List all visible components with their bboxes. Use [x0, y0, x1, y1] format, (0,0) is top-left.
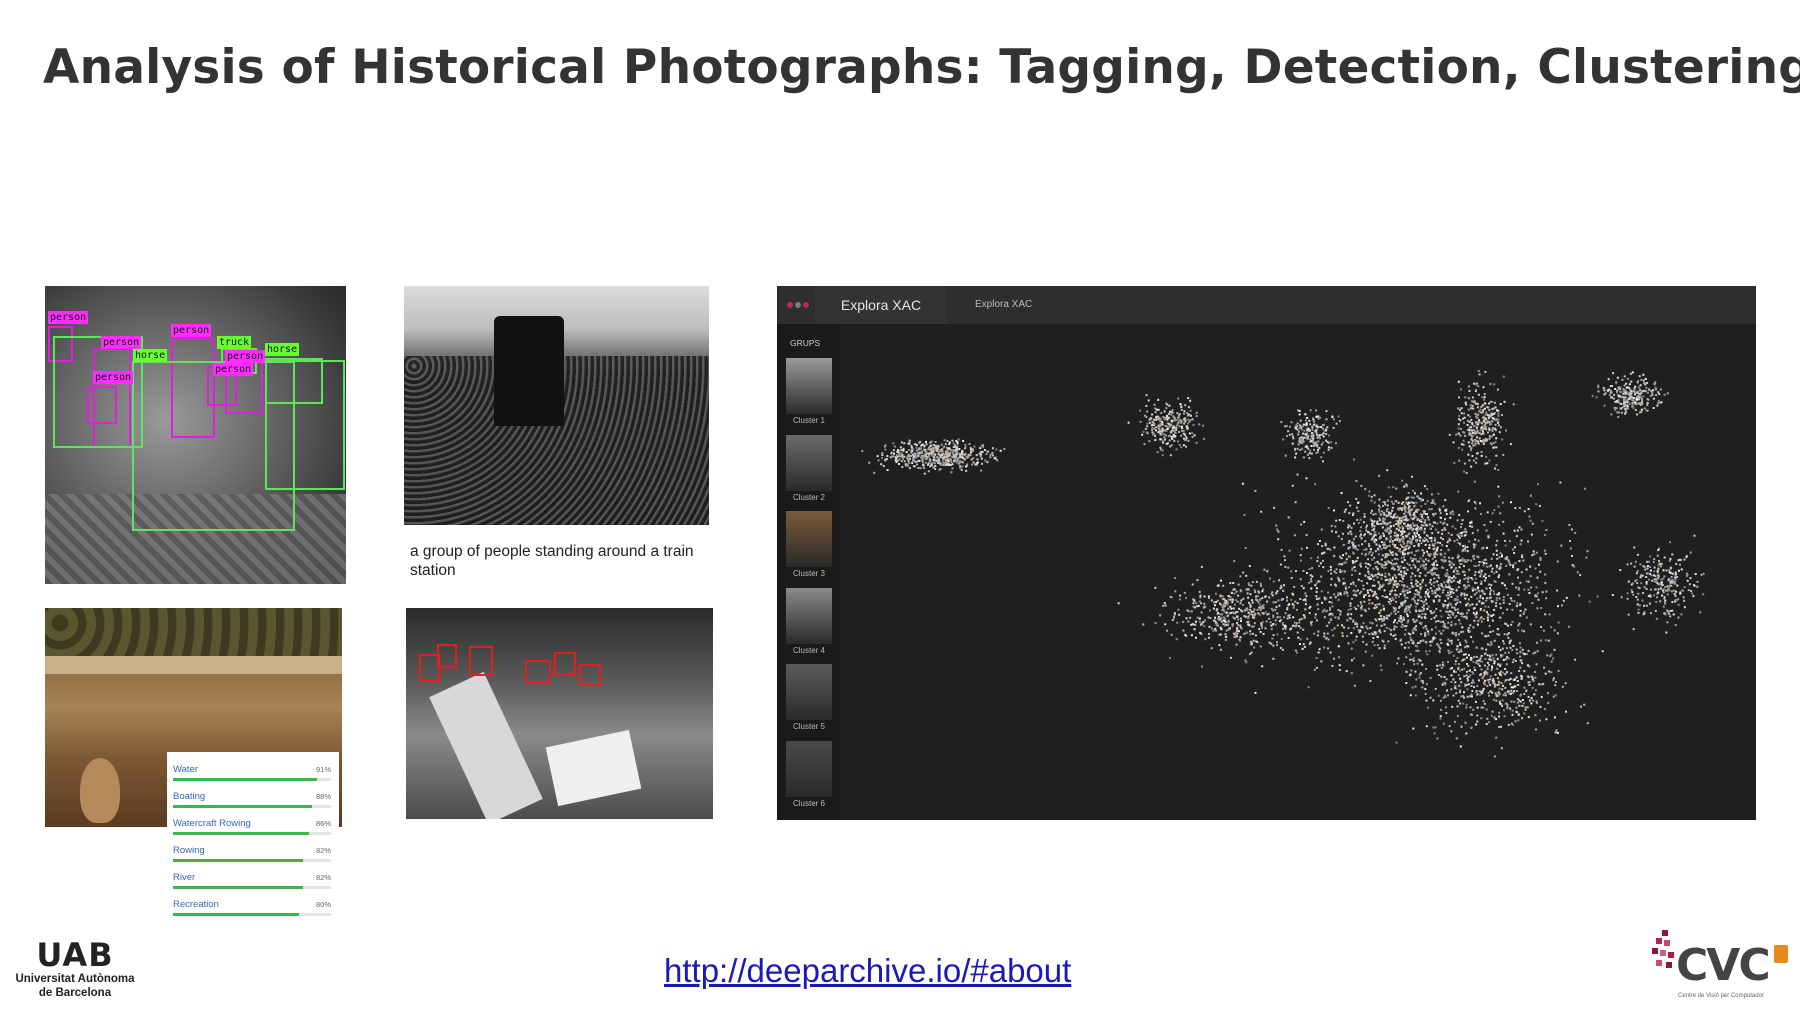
detection-label: person	[48, 311, 89, 324]
tag-name: River	[173, 872, 196, 883]
tag-name: Water	[173, 764, 198, 775]
detection-label: person	[101, 336, 142, 349]
tag-name: Watercraft Rowing	[173, 818, 251, 829]
cluster-thumbnail	[786, 587, 832, 644]
deeparchive-link[interactable]: http://deeparchive.io/#about	[664, 952, 1071, 990]
tag-score: 91%	[315, 765, 331, 774]
detection-label: person	[171, 324, 212, 337]
gift-box	[545, 729, 642, 807]
explora-logo-icon	[787, 302, 809, 308]
cvc-pixel-icon	[1652, 930, 1674, 968]
uab-name-line-1: Universitat Autònoma	[15, 973, 135, 985]
face-box	[579, 664, 601, 686]
horse-box	[265, 360, 345, 490]
tag-score: 82%	[315, 873, 331, 882]
uab-name-line-2: de Barcelona	[38, 987, 112, 999]
cluster-label: Cluster 6	[792, 798, 825, 808]
tag-score: 86%	[315, 819, 331, 828]
slide-title: Analysis of Historical Photographs: Tagg…	[43, 40, 1800, 95]
cvc-badge-icon	[1774, 945, 1788, 963]
cluster-label: Cluster 2	[792, 492, 825, 502]
cluster-thumbnail	[786, 358, 832, 414]
locomotive	[494, 316, 564, 426]
tag-score-track	[173, 805, 331, 808]
tab-explora-xac[interactable]: Explora XAC	[815, 286, 947, 324]
tag-score-bar	[173, 805, 313, 808]
tag-name: Rowing	[173, 845, 205, 856]
tag-score-bar	[173, 913, 300, 916]
scatter-points	[861, 369, 1705, 758]
tag-row: Water 91%	[171, 764, 335, 791]
detection-label: person	[213, 363, 254, 376]
face-box	[554, 652, 576, 676]
faces-photo	[406, 608, 713, 819]
tag-score-track	[173, 778, 331, 781]
tag-list: Water 91% Boating 88% Watercraft Rowing 86% Ro…	[167, 752, 339, 920]
detection-label: person	[225, 350, 266, 363]
sash	[429, 671, 543, 819]
cluster-item[interactable]: Cluster 2	[786, 434, 832, 502]
tag-row: River 82%	[171, 872, 335, 899]
tag-score-track	[173, 859, 331, 862]
cluster-label: Cluster 3	[792, 569, 825, 578]
train-station-photo	[404, 286, 709, 525]
horse-box	[53, 336, 143, 448]
face-box	[437, 644, 457, 668]
tag-score: 80%	[315, 900, 331, 909]
cluster-label: Cluster 5	[792, 722, 825, 731]
explora-app: Explora XAC Explora XAC GRUPS Cluster 1 C…	[777, 286, 1756, 820]
tag-score-track	[173, 886, 331, 889]
detection-label: horse	[133, 349, 168, 362]
detection-label: horse	[265, 343, 300, 356]
tag-score-track	[173, 832, 331, 835]
uab-logo: UAB Universitat Autònoma de Barcelona	[10, 938, 140, 1000]
tag-score-bar	[173, 859, 303, 862]
tag-score-bar	[173, 778, 317, 781]
tag-score-bar	[173, 886, 303, 889]
tag-row: Boating 88%	[171, 791, 335, 818]
boat	[80, 758, 120, 823]
cvc-subtitle: Centre de Visió per Computador	[1678, 993, 1764, 999]
trees	[45, 608, 342, 663]
cluster-item[interactable]: Cluster 4	[786, 587, 832, 655]
cluster-label: Cluster 4	[792, 645, 825, 655]
tag-row: Watercraft Rowing 86%	[171, 818, 335, 845]
cluster-label: Cluster 1	[792, 416, 825, 425]
cvc-logo: CVC Centre de Visió per Computador	[1648, 925, 1798, 1005]
uab-mark: UAB	[36, 936, 114, 974]
cluster-thumbnail	[786, 740, 832, 797]
cluster-thumbnail	[786, 511, 832, 567]
tag-row: Recreation 80%	[171, 899, 335, 926]
cluster-item[interactable]: Cluster 5	[786, 664, 832, 731]
explora-topbar: Explora XAC Explora XAC	[777, 286, 1756, 324]
cluster-thumbnail	[786, 434, 832, 491]
cluster-thumbnail	[786, 664, 832, 720]
tag-row: Rowing 82%	[171, 845, 335, 872]
image-caption: a group of people standing around a trai…	[410, 543, 694, 579]
face-box	[469, 646, 493, 676]
detection-label: truck	[217, 336, 252, 349]
tag-score-bar	[173, 832, 309, 835]
cluster-item[interactable]: Cluster 6	[786, 740, 832, 808]
tag-name: Recreation	[173, 899, 219, 910]
cluster-scatter-plot[interactable]	[840, 324, 1756, 820]
tag-score-track	[173, 913, 331, 916]
tag-name: Boating	[173, 791, 206, 802]
cvc-mark: CVC	[1676, 940, 1771, 991]
detection-label: person	[93, 371, 134, 384]
bridge	[45, 656, 342, 674]
tag-score: 82%	[315, 846, 331, 855]
groups-label: GRUPS	[790, 338, 821, 348]
cluster-item[interactable]: Cluster 3	[786, 511, 832, 578]
tag-score: 88%	[315, 792, 331, 801]
cluster-item[interactable]: Cluster 1	[786, 358, 832, 425]
face-box	[525, 660, 551, 684]
detection-photo: person person person person person perso…	[45, 286, 346, 584]
tab-explora-xac-secondary[interactable]: Explora XAC	[975, 286, 1032, 324]
